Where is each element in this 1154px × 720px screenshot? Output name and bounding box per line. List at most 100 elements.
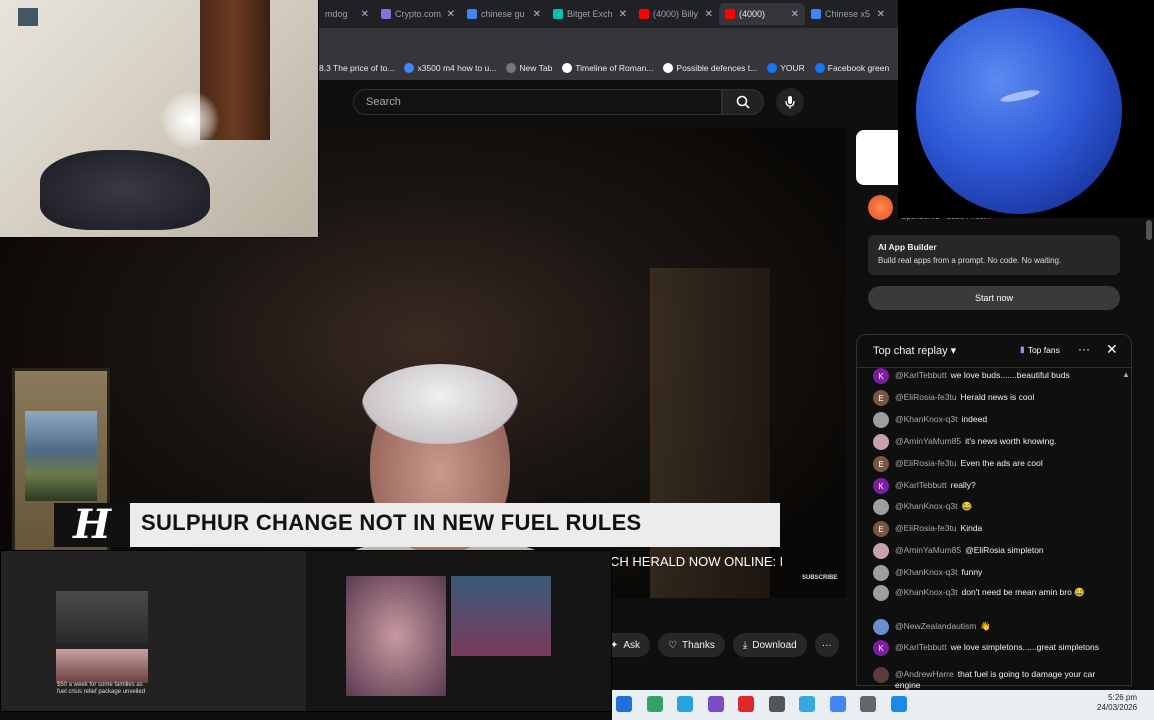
ad-card[interactable]: AI App Builder Build real apps from a pr… xyxy=(868,235,1120,275)
search-button[interactable] xyxy=(722,89,764,115)
bookmark-item[interactable]: Timeline of Roman... xyxy=(562,63,653,73)
chat-avatar[interactable] xyxy=(873,585,889,601)
bookmark-item[interactable]: x3500 m4 how to u... xyxy=(404,63,496,73)
chat-author[interactable]: @EliRosia-fe3tu xyxy=(895,392,957,402)
chat-message[interactable]: @KhanKnox-q3t 😂 xyxy=(873,499,1123,515)
page-scrollbar[interactable] xyxy=(1146,220,1152,240)
bookmark-favicon-icon xyxy=(562,63,573,73)
chat-avatar[interactable]: K xyxy=(873,478,889,494)
video-app-icon[interactable] xyxy=(646,696,663,712)
purple-app-icon[interactable] xyxy=(707,696,724,712)
chat-avatar[interactable]: K xyxy=(873,368,889,384)
chat-author[interactable]: @KhanKnox-q3t xyxy=(895,414,958,424)
chat-avatar[interactable]: K xyxy=(873,640,889,656)
tab-close-icon[interactable]: ✕ xyxy=(705,9,713,20)
chat-text: it's news worth knowing. xyxy=(965,436,1057,446)
chat-author[interactable]: @KarlTebbutt xyxy=(895,480,947,490)
pin-icon[interactable] xyxy=(890,696,907,712)
chat-more-button[interactable]: ··· xyxy=(1078,342,1090,356)
chat-message[interactable]: K @KarlTebbutt really? xyxy=(873,478,1123,494)
chat-author[interactable]: @KarlTebbutt xyxy=(895,370,947,380)
chat-author[interactable]: @KarlTebbutt xyxy=(895,642,947,652)
chat-author[interactable]: @KhanKnox-q3t xyxy=(895,567,958,577)
chrome-icon[interactable] xyxy=(829,696,846,712)
chat-author[interactable]: @NewZealandautism xyxy=(895,621,976,631)
bookmark-item[interactable]: 8.3 The price of to... xyxy=(319,63,394,73)
chat-message[interactable]: @AndrewHarre that fuel is going to damage… xyxy=(873,667,1123,691)
bookmark-item[interactable]: YOUR xyxy=(767,63,805,73)
settings-icon[interactable] xyxy=(860,696,876,712)
chat-author[interactable]: @AminYaMum85 xyxy=(895,545,961,555)
folder-icon[interactable] xyxy=(616,696,632,712)
search-input[interactable]: Search xyxy=(353,89,722,115)
chat-author[interactable]: @AndrewHarre xyxy=(895,669,954,679)
bookmark-item[interactable]: New Tab xyxy=(506,63,552,73)
chat-avatar[interactable]: E xyxy=(873,390,889,406)
tab-close-icon[interactable]: ✕ xyxy=(877,9,885,20)
ask-label: Ask xyxy=(623,639,641,651)
system-clock[interactable]: 5:26 pm 24/03/2026 xyxy=(1097,693,1137,713)
chat-message[interactable]: K @KarlTebbutt we love simpletons......gre… xyxy=(873,640,1123,656)
more-actions-button[interactable]: ··· xyxy=(814,633,839,657)
ad-banner[interactable] xyxy=(856,130,898,185)
ad-cta-button[interactable]: Start now xyxy=(868,286,1120,310)
chat-avatar[interactable]: E xyxy=(873,521,889,537)
address-bar[interactable] xyxy=(319,28,899,56)
chat-avatar[interactable] xyxy=(873,434,889,450)
chat-text: Herald news is cool xyxy=(960,392,1035,402)
edge-icon[interactable] xyxy=(799,696,815,712)
subscribe-watermark[interactable]: SUBSCRIBE xyxy=(802,575,837,581)
chat-avatar[interactable] xyxy=(873,543,889,559)
chat-author[interactable]: @EliRosia-fe3tu xyxy=(895,523,957,533)
chat-scroll-up-arrow[interactable]: ▲ xyxy=(1122,370,1130,379)
tab-close-icon[interactable]: ✕ xyxy=(791,9,799,20)
chat-author[interactable]: @KhanKnox-q3t xyxy=(895,501,958,511)
browser-tab[interactable]: mdog ✕ xyxy=(319,3,375,25)
chat-message[interactable]: @KhanKnox-q3t indeed xyxy=(873,412,1123,428)
browser-tab[interactable]: Chinese x5 ✕ xyxy=(805,3,891,25)
chat-author[interactable]: @EliRosia-fe3tu xyxy=(895,458,957,468)
thanks-button[interactable]: ♡ Thanks xyxy=(658,633,725,657)
gamepad-icon[interactable] xyxy=(768,696,785,712)
browser-tab[interactable]: Bitget Exch ✕ xyxy=(547,3,633,25)
chat-message[interactable]: E @EliRosia-fe3tu Herald news is cool xyxy=(873,390,1123,406)
browser-tab[interactable]: (4000) ✕ xyxy=(719,3,805,25)
chat-avatar[interactable] xyxy=(873,565,889,581)
tab-close-icon[interactable]: ✕ xyxy=(361,9,369,20)
tab-close-icon[interactable]: ✕ xyxy=(619,9,627,20)
chat-author[interactable]: @AminYaMum85 xyxy=(895,436,961,446)
browser-tab[interactable]: Crypto.com ✕ xyxy=(375,3,461,25)
browser-tab[interactable]: (4000) Billy ✕ xyxy=(633,3,719,25)
chat-mode-dropdown[interactable]: Top chat replay ▾ xyxy=(873,344,956,357)
download-button[interactable]: ⤓ Download xyxy=(732,633,807,657)
chat-message[interactable]: E @EliRosia-fe3tu Kinda xyxy=(873,521,1123,537)
chat-message[interactable]: @KhanKnox-q3t funny xyxy=(873,565,1123,581)
chat-text: don't need be mean amin bro 😂 xyxy=(961,587,1085,597)
chat-avatar[interactable] xyxy=(873,499,889,515)
bookmark-label: Facebook green xyxy=(827,63,890,73)
tab-close-icon[interactable]: ✕ xyxy=(533,9,541,20)
chat-avatar[interactable]: E xyxy=(873,456,889,472)
chat-message[interactable]: E @EliRosia-fe3tu Even the ads are cool xyxy=(873,456,1123,472)
chat-message-body: @KhanKnox-q3t indeed xyxy=(895,414,987,428)
chat-author[interactable]: @KhanKnox-q3t xyxy=(895,587,958,597)
tab-close-icon[interactable]: ✕ xyxy=(447,9,455,20)
chat-avatar[interactable] xyxy=(873,619,889,635)
browser-tab[interactable]: chinese gu ✕ xyxy=(461,3,547,25)
chat-text: really? xyxy=(950,480,976,490)
voice-search-button[interactable] xyxy=(776,88,804,116)
chat-message[interactable]: @KhanKnox-q3t don't need be mean amin bro… xyxy=(873,585,1123,601)
telegram-icon[interactable] xyxy=(677,696,693,712)
tab-favicon-icon xyxy=(811,9,821,19)
chat-avatar[interactable] xyxy=(873,667,889,683)
bookmark-item[interactable]: Possible defences t... xyxy=(663,63,757,73)
bookmark-item[interactable]: Facebook green xyxy=(814,63,890,73)
chat-avatar[interactable] xyxy=(873,412,889,428)
chat-message[interactable]: @NewZealandautism 👋 xyxy=(873,619,1123,635)
red-app-icon[interactable] xyxy=(738,696,754,712)
chat-close-button[interactable]: ✕ xyxy=(1106,341,1118,358)
top-fans-badge[interactable]: ▮ Top fans xyxy=(1020,344,1060,355)
chat-message[interactable]: K @KarlTebbutt we love buds.......beautifu… xyxy=(873,368,1123,384)
chat-message[interactable]: @AminYaMum85 it's news worth knowing. xyxy=(873,434,1123,450)
chat-message[interactable]: @AminYaMum85 @EliRosia simpleton xyxy=(873,543,1123,559)
